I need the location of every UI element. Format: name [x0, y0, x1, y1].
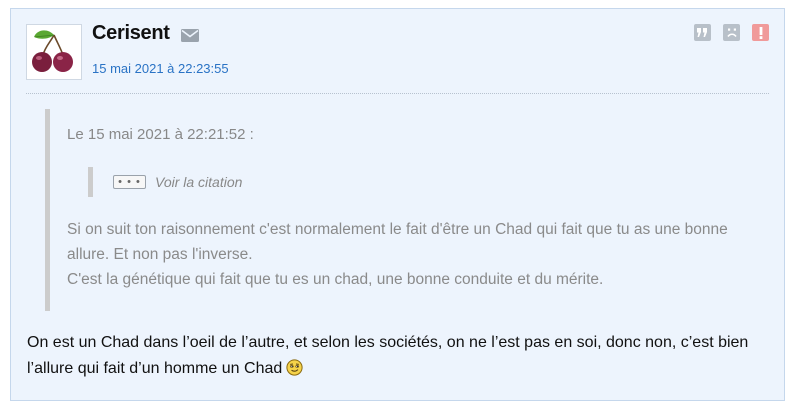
quote-paragraph: Si on suit ton raisonnement c'est normal… [67, 221, 728, 263]
quote-header: Le 15 mai 2021 à 22:21:52 : [67, 126, 254, 143]
mail-icon[interactable] [181, 29, 199, 42]
expand-quote-button[interactable]: • • • [113, 175, 146, 189]
sad-face-icon [726, 28, 737, 38]
quote-body: Si on suit ton raisonnement c'est normal… [67, 217, 767, 292]
blockquote: Le 15 mai 2021 à 22:21:52 : • • • Voir l… [45, 109, 770, 311]
forum-post: Cerisent 15 mai 2021 à 22:23:55 Le 15 ma… [10, 8, 785, 401]
post-message-text: On est un Chad dans l’oeil de l’autre, e… [27, 334, 749, 377]
quote-icon [697, 28, 707, 37]
report-button[interactable] [752, 24, 769, 41]
nested-quote-collapsed: • • • Voir la citation [88, 167, 242, 197]
quote-button[interactable] [694, 24, 711, 41]
sad-smiley-button[interactable] [723, 24, 740, 41]
header-divider [26, 93, 769, 94]
author-username[interactable]: Cerisent [92, 22, 170, 45]
smirk-smiley-icon [286, 359, 303, 376]
quote-paragraph: C'est la génétique qui fait que tu es un… [67, 271, 604, 288]
show-quote-link[interactable]: Voir la citation [155, 174, 242, 190]
post-timestamp-link[interactable]: 15 mai 2021 à 22:23:55 [92, 61, 229, 76]
cherry-icon [32, 30, 73, 72]
avatar[interactable] [26, 24, 82, 80]
exclamation-icon [759, 26, 762, 39]
post-message: On est un Chad dans l’oeil de l’autre, e… [27, 330, 772, 382]
post-actions [694, 24, 769, 41]
